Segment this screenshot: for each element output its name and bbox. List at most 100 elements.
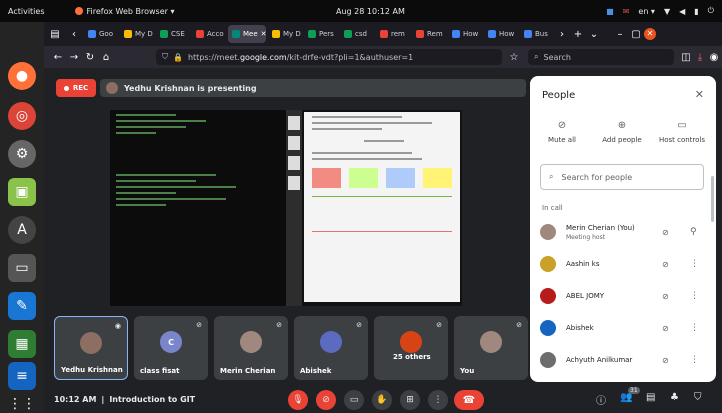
browser-tab[interactable]: My D — [120, 25, 154, 43]
participant-tile[interactable]: C ⊘ class fisat — [134, 316, 208, 380]
host-controls-button[interactable]: ▭ Host controls — [652, 120, 712, 144]
participant-tile[interactable]: ⊘ You — [454, 316, 528, 380]
meeting-details-icon[interactable]: ⓘ — [596, 392, 606, 407]
captions-button[interactable]: ▭ — [344, 390, 364, 410]
activities-button[interactable]: Activities — [8, 7, 45, 16]
camera-off-button[interactable]: ⊘ — [316, 390, 336, 410]
mic-off-icon[interactable]: ⊘ — [662, 292, 669, 301]
search-icon: ⌕ — [549, 172, 554, 181]
menu-icon[interactable]: ≡ — [718, 52, 722, 63]
screen-share[interactable] — [110, 110, 462, 306]
new-tab-icon[interactable]: + — [570, 29, 586, 40]
firefox-icon[interactable]: ● — [8, 62, 36, 90]
participant-tile[interactable]: ⊘ Abishek — [294, 316, 368, 380]
firefox-view-icon[interactable]: ▤ — [44, 29, 66, 40]
avatar — [540, 320, 556, 336]
participant-tile[interactable]: ⊘ Merin Cherian — [214, 316, 288, 380]
mic-off-button[interactable]: 🎙 — [288, 390, 308, 410]
close-icon[interactable]: ✕ — [695, 88, 704, 101]
url-bar[interactable]: ⛉ 🔒 https://meet.google.com/kit-drfe-vdt… — [156, 49, 502, 65]
browser-tab[interactable]: Bus — [520, 25, 554, 43]
browser-tab[interactable]: Pers — [304, 25, 338, 43]
more-options-icon[interactable]: ⋮ — [690, 355, 699, 365]
meeting-info: 10:12 AM | Introduction to GIT — [54, 395, 195, 404]
present-button[interactable]: ⊞ — [400, 390, 420, 410]
bookmark-star-icon[interactable]: ☆ — [506, 52, 522, 63]
app-menu[interactable]: Firefox Web Browser ▾ — [74, 7, 174, 16]
mic-off-icon: ⊘ — [276, 321, 282, 329]
battery-icon: ▮ — [694, 6, 699, 16]
participant-list-item[interactable]: Achyuth Anilkumar ⊘ ⋮ — [530, 346, 716, 374]
more-options-button[interactable]: ⋮ — [428, 390, 448, 410]
files-icon[interactable]: ▣ — [8, 178, 36, 206]
participant-list-item[interactable]: ABEL JOMY ⊘ ⋮ — [530, 282, 716, 310]
system-tray[interactable]: ■ ✉ en ▾ ▼ ◀ ▮ ⏻ — [606, 6, 714, 16]
raise-hand-button[interactable]: ✋ — [372, 390, 392, 410]
avatar — [400, 331, 422, 353]
browser-tab[interactable]: CSE — [156, 25, 190, 43]
participant-list-item[interactable]: Aashin ks ⊘ ⋮ — [530, 250, 716, 278]
leave-call-button[interactable]: ☎ — [454, 390, 484, 410]
participant-name: 25 others — [393, 353, 431, 361]
browser-tab[interactable]: How — [448, 25, 482, 43]
app-grid-icon[interactable]: ⋮⋮ — [8, 390, 36, 413]
forward-icon[interactable]: → — [66, 52, 82, 63]
tab-label: Pers — [319, 30, 334, 38]
tab-favicon-icon — [196, 30, 204, 38]
reload-icon[interactable]: ↻ — [82, 52, 98, 63]
minimize-icon[interactable]: – — [612, 29, 628, 40]
browser-tab[interactable]: Goo — [84, 25, 118, 43]
back-icon[interactable]: ← — [50, 52, 66, 63]
avatar-initial: C — [168, 337, 174, 347]
participant-list-item[interactable]: Merin Cherian (You) Meeting host ⊘ ⚲ — [530, 218, 716, 246]
browser-tab[interactable]: How — [484, 25, 518, 43]
chrome-icon[interactable]: ◎ — [8, 102, 36, 130]
participant-list-item[interactable]: Abishek ⊘ ⋮ — [530, 314, 716, 342]
mic-off-icon[interactable]: ⊘ — [662, 260, 669, 269]
mic-off-icon[interactable]: ⊘ — [662, 228, 669, 237]
browser-tab[interactable]: csd — [340, 25, 374, 43]
tab-label: Acco — [207, 30, 224, 38]
host-controls-icon[interactable]: ⛉ — [694, 392, 702, 403]
mic-off-icon[interactable]: ⊘ — [662, 324, 669, 333]
browser-tab[interactable]: rem — [376, 25, 410, 43]
activities-icon[interactable]: ♣ — [670, 392, 679, 403]
panel-scrollbar[interactable] — [711, 176, 714, 222]
participant-tile[interactable]: ◉ Yedhu Krishnan — [54, 316, 128, 380]
spreadsheet-icon[interactable]: ▦ — [8, 330, 36, 358]
browser-tab[interactable]: Acco — [192, 25, 226, 43]
search-bar[interactable]: ⌕ Search — [528, 49, 674, 65]
add-people-button[interactable]: ⊕ Add people — [592, 120, 652, 144]
software-icon[interactable]: A — [8, 216, 36, 244]
people-search-input[interactable]: ⌕ Search for people — [540, 164, 704, 190]
browser-tab[interactable]: Rem — [412, 25, 446, 43]
tab-scroll-left-icon[interactable]: ‹ — [66, 29, 82, 40]
more-options-icon[interactable]: ⋮ — [690, 259, 699, 269]
browser-tab[interactable]: My D — [268, 25, 302, 43]
mute-all-button[interactable]: ⊘ Mute all — [532, 120, 592, 144]
more-options-icon[interactable]: ⋮ — [690, 323, 699, 333]
folder-icon[interactable]: ▭ — [8, 254, 36, 282]
browser-tab[interactable]: Mee ✕ — [228, 25, 266, 43]
participant-name: You — [460, 367, 475, 375]
pin-icon[interactable]: ⚲ — [690, 227, 697, 237]
mic-off-icon[interactable]: ⊘ — [662, 356, 669, 365]
maximize-icon[interactable]: ▢ — [628, 29, 644, 40]
close-tab-icon[interactable]: ✕ — [261, 30, 266, 38]
tab-scroll-right-icon[interactable]: › — [554, 29, 570, 40]
meet-call-view: REC Yedhu Krishnan is presenting ◉Yedhu — [44, 68, 722, 413]
participant-tile[interactable]: ⊘ 25 others — [374, 316, 448, 380]
chat-icon[interactable]: ▤ — [646, 392, 655, 403]
clock[interactable]: Aug 28 10:12 AM — [336, 7, 405, 16]
home-icon[interactable]: ⌂ — [98, 52, 114, 63]
list-tabs-icon[interactable]: ⌄ — [586, 29, 602, 40]
tab-favicon-icon — [488, 30, 496, 38]
text-editor-icon[interactable]: ✎ — [8, 292, 36, 320]
tab-favicon-icon — [452, 30, 460, 38]
close-window-icon[interactable]: ✕ — [644, 28, 656, 40]
language-indicator[interactable]: en ▾ — [638, 7, 655, 16]
document-icon[interactable]: ≡ — [8, 362, 36, 390]
avatar — [80, 332, 102, 354]
more-options-icon[interactable]: ⋮ — [690, 291, 699, 301]
settings-icon[interactable]: ⚙ — [8, 140, 36, 168]
